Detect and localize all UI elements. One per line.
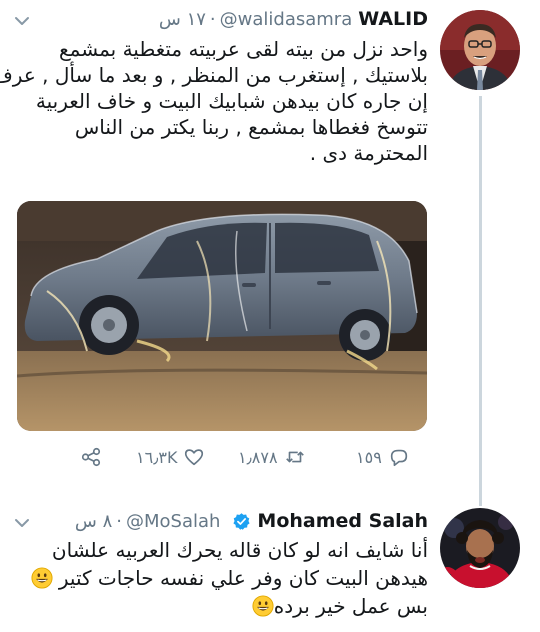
tweet-media-image[interactable] bbox=[17, 201, 427, 431]
user-name[interactable]: WALID bbox=[358, 8, 428, 30]
user-handle[interactable]: @walidasamra bbox=[220, 9, 353, 30]
user-handle[interactable]: @MoSalah bbox=[126, 511, 220, 532]
tweet-text: أنا شايف انه لو كان قاله يحرك العربيه عل… bbox=[30, 536, 428, 620]
tweet-text-line: أنا شايف انه لو كان قاله يحرك العربيه عل… bbox=[51, 538, 428, 562]
tweet-time[interactable]: ١٧ س bbox=[159, 9, 206, 30]
share-icon[interactable] bbox=[80, 446, 102, 468]
tweet-text-segment: هيدهن البيت كان وفر علي نفسه حاجات كتير bbox=[58, 566, 428, 590]
verified-badge-icon bbox=[233, 512, 250, 530]
tweet-text-segment: بس عمل خير برده bbox=[273, 594, 428, 618]
chevron-down-icon[interactable] bbox=[14, 515, 30, 531]
tweet-text-line: بس عمل خير برده bbox=[31, 592, 428, 620]
user-name[interactable]: Mohamed Salah bbox=[257, 510, 428, 532]
tweet-text-line: بلاستيك , إستغرب من المنظر , و بعد ما سأ… bbox=[0, 63, 428, 87]
chevron-down-icon[interactable] bbox=[14, 13, 30, 29]
avatar-walid[interactable] bbox=[440, 10, 520, 90]
tweet-header: ١٧ س · @walidasamra WALID bbox=[159, 6, 428, 32]
tweet-text-line: إن جاره كان بيدهن شبابيك البيت و خاف الع… bbox=[35, 89, 428, 113]
tweet-text-line: تتوسخ فغطاها بمشمع , ربنا يكتر من الناس bbox=[74, 115, 428, 139]
separator-dot: · bbox=[209, 8, 216, 30]
like-count: ١٦٫٣K bbox=[136, 447, 178, 467]
grinning-face-emoji bbox=[30, 567, 53, 589]
heart-icon[interactable] bbox=[183, 446, 205, 468]
tweet-walid[interactable]: ١٧ س · @walidasamra WALID واحد نزل من بي… bbox=[0, 0, 540, 506]
tweet-mosalah[interactable]: ٨ س · @MoSalah Mohamed Salah أنا شايف ان… bbox=[0, 490, 540, 632]
tweet-text: واحد نزل من بيته لقى عربيته متغطية بمشمع… bbox=[0, 36, 428, 166]
like-action[interactable]: ١٦٫٣K bbox=[130, 446, 205, 468]
retweet-count: ١٫٨٧٨ bbox=[238, 447, 278, 467]
thread-connector-line bbox=[479, 96, 482, 506]
reply-count: ١٥٩ bbox=[356, 447, 382, 467]
tweet-text-line: هيدهن البيت كان وفر علي نفسه حاجات كتير bbox=[30, 564, 428, 592]
tweet-text-line: المحترمة دى . bbox=[309, 141, 428, 165]
retweet-action[interactable]: ١٫٨٧٨ bbox=[232, 446, 306, 468]
reply-action[interactable]: ١٥٩ bbox=[350, 446, 410, 468]
grinning-face-emoji bbox=[252, 595, 274, 617]
avatar-mosalah[interactable] bbox=[440, 508, 520, 588]
tweet-text-line: واحد نزل من بيته لقى عربيته متغطية بمشمع bbox=[59, 37, 428, 61]
tweet-header: ٨ س · @MoSalah Mohamed Salah bbox=[75, 508, 428, 534]
share-action[interactable] bbox=[80, 446, 102, 468]
reply-icon[interactable] bbox=[388, 446, 410, 468]
tweet-time[interactable]: ٨ س bbox=[75, 511, 112, 532]
retweet-icon[interactable] bbox=[284, 446, 306, 468]
separator-dot: · bbox=[116, 510, 122, 532]
tweet-action-bar: ١٥٩ ١٫٨٧٨ ١٦٫٣K bbox=[80, 446, 430, 476]
